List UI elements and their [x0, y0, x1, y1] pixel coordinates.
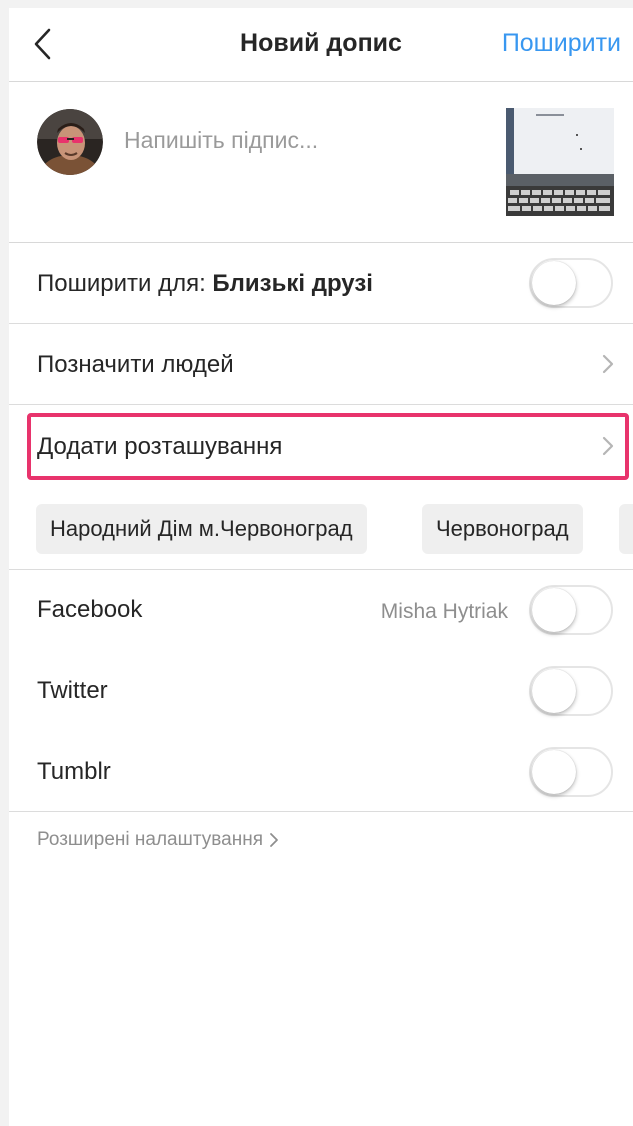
new-post-screen: Новий допис Поширити Напишіть підпис... …: [9, 8, 633, 1126]
divider: [9, 811, 633, 812]
share-to-close-friends-row: Поширити для: Близькі друзі: [9, 243, 633, 324]
tag-people-row[interactable]: Позначити людей: [9, 324, 633, 405]
chevron-right-icon: [602, 354, 614, 374]
share-to-label: Поширити для: Близькі друзі: [37, 270, 373, 297]
location-chip-partial[interactable]: [619, 504, 633, 554]
tumblr-toggle[interactable]: [529, 747, 613, 797]
twitter-label: Twitter: [37, 677, 108, 704]
tag-people-label: Позначити людей: [37, 351, 234, 378]
caption-input[interactable]: [124, 127, 484, 154]
avatar: [37, 109, 103, 175]
facebook-label: Facebook: [37, 596, 143, 623]
caption-area: [9, 82, 633, 243]
toggle-knob: [532, 261, 576, 305]
toggle-knob: [532, 750, 576, 794]
share-button[interactable]: Поширити: [502, 29, 621, 58]
chevron-right-icon: [270, 833, 278, 847]
tumblr-row: Tumblr: [9, 732, 633, 812]
advanced-settings-link[interactable]: Розширені налаштування: [37, 829, 279, 851]
location-chip[interactable]: Червоноград: [422, 504, 583, 554]
facebook-account-name: Misha Hytriak: [380, 600, 508, 623]
facebook-toggle[interactable]: [529, 585, 613, 635]
advanced-settings-label: Розширені налаштування: [37, 829, 263, 850]
tumblr-label: Tumblr: [37, 758, 111, 785]
twitter-row: Twitter: [9, 651, 633, 731]
close-friends-toggle[interactable]: [529, 258, 613, 308]
location-chip[interactable]: Народний Дім м.Червоноград: [36, 504, 367, 554]
toggle-knob: [532, 588, 576, 632]
add-location-highlight: [27, 413, 629, 480]
post-thumbnail[interactable]: [506, 108, 614, 216]
toggle-knob: [532, 669, 576, 713]
facebook-row: Facebook Misha Hytriak: [9, 570, 633, 650]
twitter-toggle[interactable]: [529, 666, 613, 716]
location-suggestions: Народний Дім м.Червоноград Червоноград: [9, 504, 633, 554]
navigation-bar: Новий допис Поширити: [9, 8, 633, 82]
